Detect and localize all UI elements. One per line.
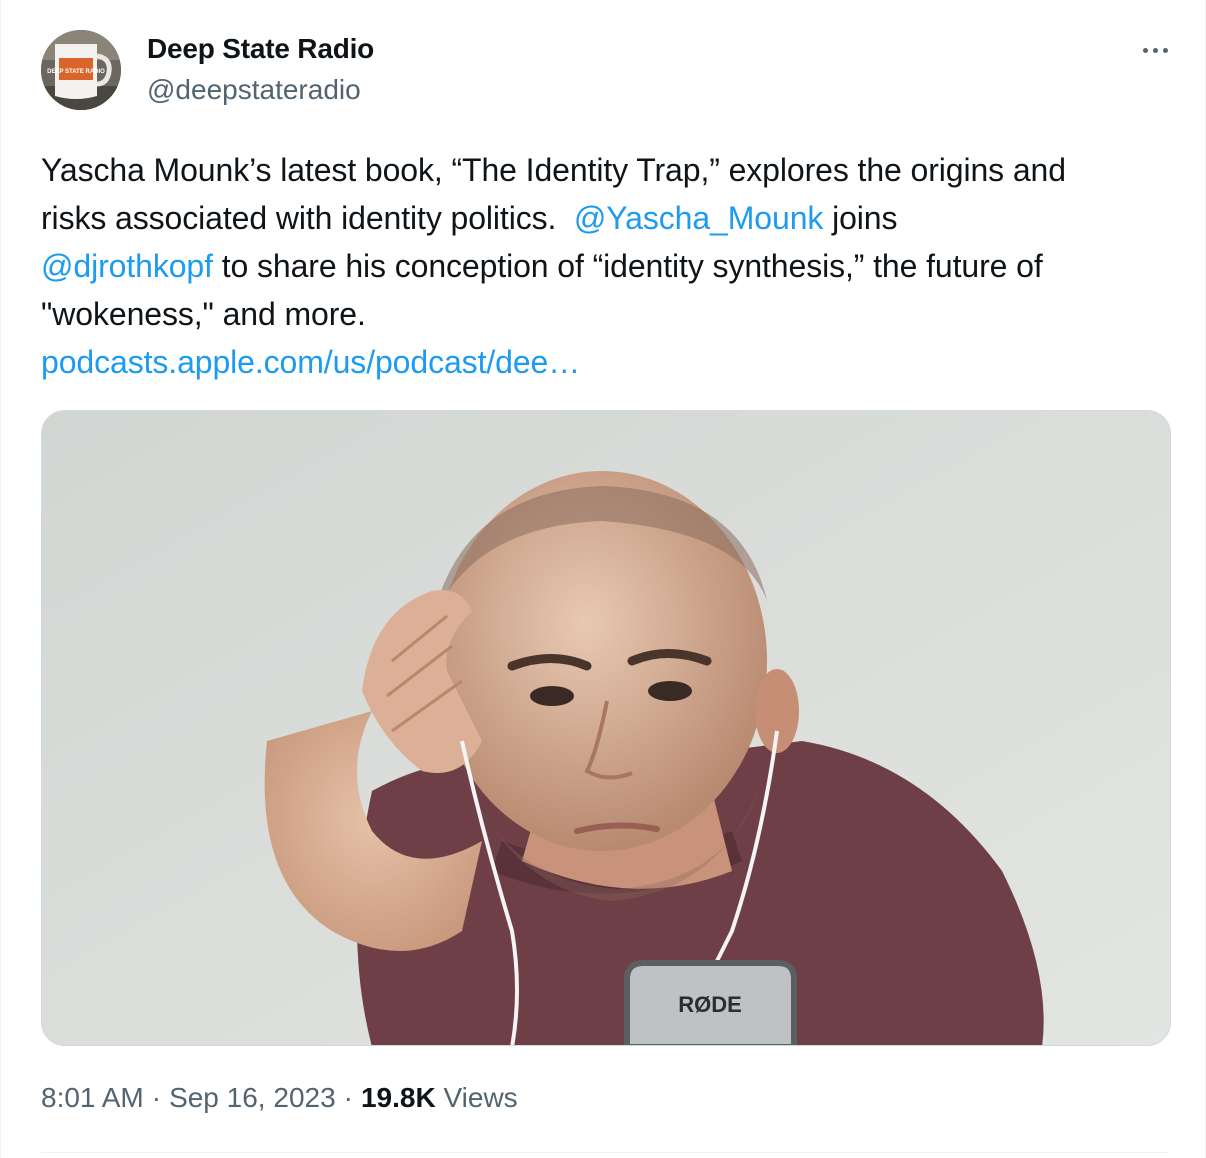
meta-separator: · [151, 1082, 162, 1113]
podcast-link[interactable]: podcasts.apple.com/us/podcast/dee… [41, 344, 580, 380]
mention-djrothkopf[interactable]: @djrothkopf [41, 248, 213, 284]
video-media[interactable]: RØDE [41, 410, 1171, 1046]
microphone-brand-label: RØDE [678, 992, 742, 1017]
mug-avatar-icon: DEEP STATE RADIO [41, 30, 121, 110]
tweet-line: Yascha Mounk’s latest book, “The Identit… [41, 152, 1066, 188]
tweet-meta: 8:01 AM · Sep 16, 2023 · 19.8K Views [41, 1082, 518, 1114]
tweet-line: podcasts.apple.com/us/podcast/dee… [41, 338, 1181, 386]
more-options-button[interactable] [1135, 32, 1175, 68]
tweet-card: DEEP STATE RADIO Deep State Radio @deeps… [0, 0, 1206, 1158]
video-still-image: RØDE [42, 411, 1170, 1045]
author-avatar[interactable]: DEEP STATE RADIO [41, 30, 121, 110]
tweet-line: @djrothkopf to share his conception of “… [41, 248, 1043, 284]
more-options-icon [1142, 47, 1148, 53]
meta-separator: · [343, 1082, 353, 1113]
mention-yascha-mounk[interactable]: @Yascha_Mounk [574, 200, 823, 236]
tweet-time[interactable]: 8:01 AM [41, 1082, 144, 1113]
views-count: 19.8K [360, 1082, 436, 1113]
author-handle[interactable]: @deepstateradio [147, 74, 361, 106]
avatar-mug-text: DEEP STATE RADIO [47, 69, 105, 75]
author-name[interactable]: Deep State Radio [147, 33, 374, 65]
tweet-line: "wokeness," and more. [41, 296, 366, 332]
tweet-date[interactable]: Sep 16, 2023 [169, 1082, 336, 1113]
divider [41, 1152, 1169, 1153]
tweet-text: Yascha Mounk’s latest book, “The Identit… [41, 146, 1181, 386]
views-label: Views [443, 1082, 518, 1113]
tweet-line: risks associated with identity politics.… [41, 200, 898, 236]
